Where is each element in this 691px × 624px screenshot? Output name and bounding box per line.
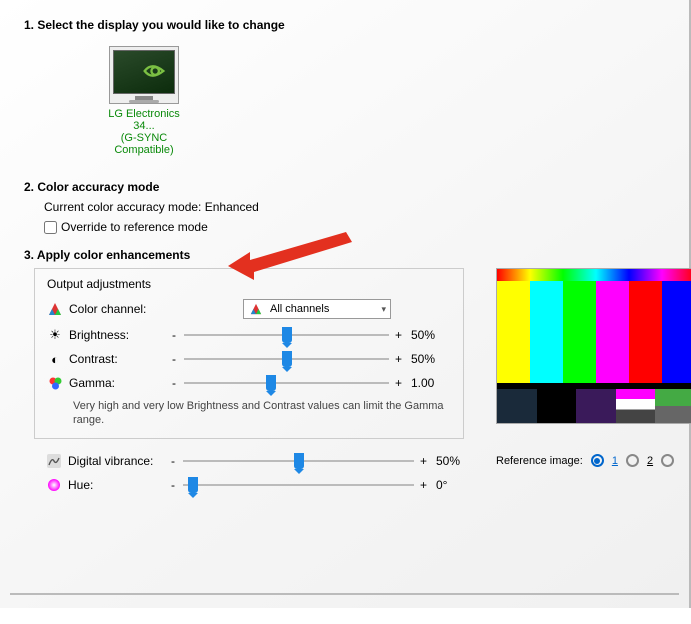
ref-opt-2[interactable]: 2 [647,455,653,467]
channels-icon [248,301,264,317]
brightness-row: ☀ Brightness: - + 50% [47,327,451,343]
ref-radio-2[interactable] [626,454,639,467]
vibrance-icon [46,453,62,469]
gamma-slider[interactable] [184,382,389,384]
brightness-slider[interactable] [184,334,389,336]
output-adjustments-panel: Output adjustments Color channel: All ch… [34,268,464,439]
override-label: Override to reference mode [61,220,208,234]
divider [10,593,679,595]
hue-icon [46,477,62,493]
hue-value: 0° [436,478,476,492]
step1-title: 1. Select the display you would like to … [24,18,675,32]
contrast-value: 50% [411,352,451,366]
display-sub: (G-SYNC Compatible) [114,132,173,156]
brightness-icon: ☀ [47,327,63,343]
hue-slider[interactable] [183,484,414,486]
display-name[interactable]: LG Electronics 34... [108,108,180,132]
vibrance-row: Digital vibrance: - + 50% [46,453,476,469]
gamma-note: Very high and very low Brightness and Co… [73,399,451,428]
contrast-slider[interactable] [184,358,389,360]
step3-title: 3. Apply color enhancements [24,248,675,262]
override-checkbox-row[interactable]: Override to reference mode [44,220,675,234]
ref-opt-1[interactable]: 1 [612,455,618,467]
nvidia-logo-icon [140,57,168,85]
ref-radio-3[interactable] [661,454,674,467]
gamma-row: Gamma: - + 1.00 [47,375,451,391]
reference-preview [496,268,691,424]
output-adjustments-label: Output adjustments [47,277,451,291]
ref-radio-1[interactable] [591,454,604,467]
contrast-icon: ◐ [47,351,63,367]
monitor-icon [109,46,179,104]
color-channel-select[interactable]: All channels ▾ [243,299,391,319]
vibrance-slider[interactable] [183,460,414,462]
brightness-value: 50% [411,328,451,342]
override-checkbox[interactable] [44,221,57,234]
reference-image-row: Reference image: 1 2 [496,454,691,467]
step2-title: 2. Color accuracy mode [24,180,675,194]
hue-row: Hue: - + 0° [46,477,476,493]
color-channel-row: Color channel: All channels ▾ [47,299,451,319]
contrast-row: ◐ Contrast: - + 50% [47,351,451,367]
chevron-down-icon: ▾ [381,304,386,315]
current-mode-row: Current color accuracy mode: Enhanced [44,200,675,214]
gamma-value: 1.00 [411,376,451,390]
display-item[interactable]: LG Electronics 34... (G-SYNC Compatible) [99,46,189,156]
vibrance-value: 50% [436,454,476,468]
color-channel-icon [47,301,63,317]
gamma-icon [47,375,63,391]
